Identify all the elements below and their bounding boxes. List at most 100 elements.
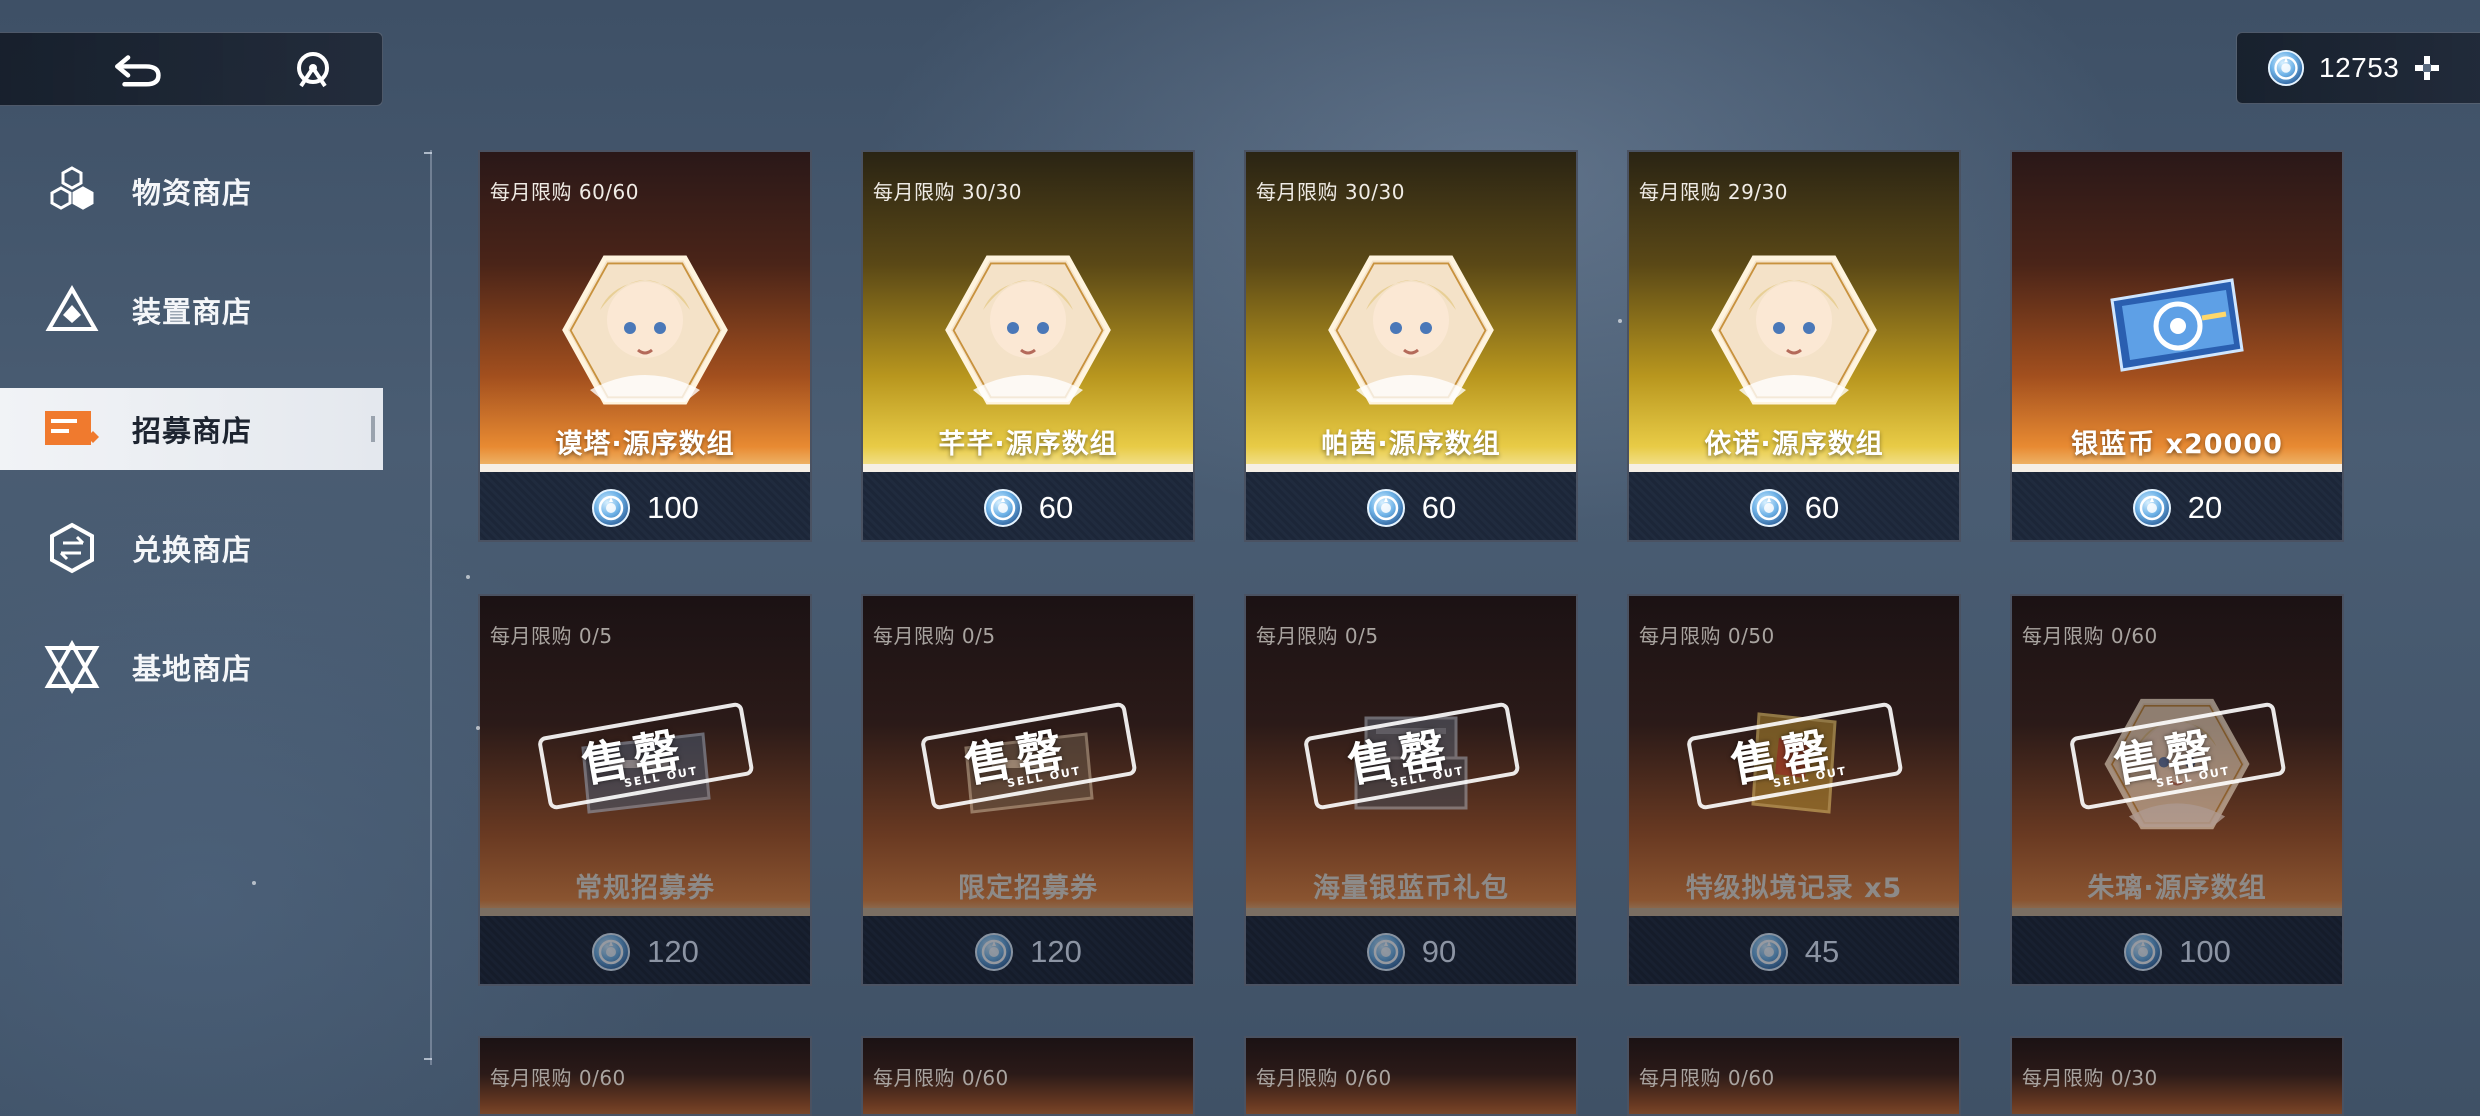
item-price: 60 <box>1038 490 1074 525</box>
card-stripe <box>2012 908 2342 916</box>
shop-item-card[interactable]: 每月限购 29/30 依诺·源序数组 60 <box>1627 150 1961 542</box>
item-price: 45 <box>1804 934 1840 969</box>
purchase-limit: 每月限购 0/60 <box>873 1066 1009 1090</box>
purchase-limit: 每月限购 0/5 <box>1256 624 1379 648</box>
price-bar: 120 <box>480 916 810 984</box>
purchase-limit: 每月限购 60/60 <box>490 180 639 204</box>
shop-item-card-sold-out[interactable]: 每月限购 0/60 售罄 SELL OUT 朱璃·源序数组 100 <box>2010 594 2344 986</box>
shop-item-card[interactable]: 每月限购 0/60 <box>1244 1036 1578 1116</box>
shop-sidebar: 物资商店 装置商店 招募商店 兑换商店 基地商店 <box>0 150 384 745</box>
currency-amount: 12753 <box>2319 52 2400 83</box>
shop-item-card[interactable]: 每月限购 60/60 谟塔·源序数组 100 <box>478 150 812 542</box>
item-price: 120 <box>1030 934 1082 969</box>
sidebar-item-label: 招募商店 <box>132 414 253 448</box>
currency-display: 12753 <box>2236 32 2480 104</box>
item-name: 限定招募券 <box>958 873 1098 904</box>
blue-coin-icon <box>1749 488 1789 528</box>
card-stripe <box>480 908 810 916</box>
blue-coin-ticket-icon <box>2110 278 2244 372</box>
shop-item-card-sold-out[interactable]: 每月限购 0/5 售罄 SELL OUT 限定招募券 120 <box>861 594 1195 986</box>
blue-coin-icon <box>591 932 631 972</box>
card-stripe <box>1629 908 1959 916</box>
shop-item-card[interactable]: 每月限购 30/30 帕茜·源序数组 60 <box>1244 150 1578 542</box>
item-price: 100 <box>2179 934 2231 969</box>
sidebar-item-label: 兑换商店 <box>132 533 253 567</box>
price-bar: 20 <box>2012 472 2342 540</box>
item-name: 帕茜·源序数组 <box>1321 429 1501 460</box>
blue-coin-icon <box>974 932 1014 972</box>
card-stripe <box>863 908 1193 916</box>
plus-icon[interactable] <box>2413 54 2441 82</box>
purchase-limit: 每月限购 0/30 <box>2022 1066 2158 1090</box>
sidebar-item-supplies-shop[interactable]: 物资商店 <box>0 150 384 232</box>
sidebar-item-base-shop[interactable]: 基地商店 <box>0 626 384 708</box>
item-name: 特级拟境记录 x5 <box>1685 873 1903 904</box>
card-stripe <box>1629 464 1959 472</box>
card-stripe <box>2012 464 2342 472</box>
shop-item-card[interactable]: 每月限购 30/30 芊芊·源序数组 60 <box>861 150 1195 542</box>
home-emblem-icon[interactable] <box>288 45 338 95</box>
purchase-limit: 每月限购 0/60 <box>490 1066 626 1090</box>
sidebar-item-label: 基地商店 <box>132 652 253 686</box>
item-name: 海量银蓝币礼包 <box>1313 873 1509 904</box>
price-bar: 45 <box>1629 916 1959 984</box>
purchase-limit: 每月限购 0/60 <box>1256 1066 1392 1090</box>
blue-coin-icon <box>2132 488 2172 528</box>
item-name: 朱璃·源序数组 <box>2087 873 2267 904</box>
item-price: 120 <box>647 934 699 969</box>
item-price: 60 <box>1421 490 1457 525</box>
base-star-icon <box>42 637 102 697</box>
purchase-limit: 每月限购 0/50 <box>1639 624 1775 648</box>
character-portrait-icon <box>943 250 1113 410</box>
price-bar: 100 <box>480 472 810 540</box>
divider-tick <box>424 1058 432 1060</box>
blue-coin-icon <box>1749 932 1789 972</box>
ambient-sparkle <box>466 575 470 579</box>
shop-item-card[interactable]: 银蓝币 x20000 20 <box>2010 150 2344 542</box>
exchange-hexagon-icon <box>42 518 102 578</box>
card-stripe <box>480 464 810 472</box>
back-arrow-icon[interactable] <box>112 45 162 95</box>
price-bar: 60 <box>1629 472 1959 540</box>
ambient-sparkle <box>476 726 480 730</box>
shop-item-card[interactable]: 每月限购 0/60 <box>478 1036 812 1116</box>
item-name: 芊芊·源序数组 <box>938 429 1118 460</box>
purchase-limit: 每月限购 29/30 <box>1639 180 1788 204</box>
item-price: 60 <box>1804 490 1840 525</box>
blue-coin-icon <box>2123 932 2163 972</box>
shop-item-card[interactable]: 每月限购 0/60 <box>1627 1036 1961 1116</box>
item-name: 谟塔·源序数组 <box>555 429 735 460</box>
purchase-limit: 每月限购 0/60 <box>1639 1066 1775 1090</box>
card-stripe <box>1246 908 1576 916</box>
sidebar-item-label: 装置商店 <box>132 295 253 329</box>
item-price: 90 <box>1421 934 1457 969</box>
sidebar-item-recruit-shop[interactable]: 招募商店 <box>0 388 383 470</box>
shop-item-card[interactable]: 每月限购 0/60 <box>861 1036 1195 1116</box>
character-portrait-icon <box>1709 250 1879 410</box>
item-name: 银蓝币 x20000 <box>2071 429 2283 460</box>
purchase-limit: 每月限购 30/30 <box>873 180 1022 204</box>
sidebar-item-exchange-shop[interactable]: 兑换商店 <box>0 507 384 589</box>
shop-item-card-sold-out[interactable]: 每月限购 0/50 售罄 SELL OUT 特级拟境记录 x5 45 <box>1627 594 1961 986</box>
shop-item-card-sold-out[interactable]: 每月限购 0/5 售罄 SELL OUT 常规招募券 120 <box>478 594 812 986</box>
sidebar-item-label: 物资商店 <box>132 176 253 210</box>
item-name: 常规招募券 <box>575 873 715 904</box>
sidebar-item-device-shop[interactable]: 装置商店 <box>0 269 384 351</box>
price-bar: 100 <box>2012 916 2342 984</box>
ambient-sparkle <box>252 881 256 885</box>
blue-coin-icon <box>1366 488 1406 528</box>
shop-item-card[interactable]: 每月限购 0/30 <box>2010 1036 2344 1116</box>
card-stripe <box>863 464 1193 472</box>
shop-item-card-sold-out[interactable]: 每月限购 0/5 售罄 SELL OUT 海量银蓝币礼包 90 <box>1244 594 1578 986</box>
purchase-limit: 每月限购 0/60 <box>2022 624 2158 648</box>
purchase-limit: 每月限购 30/30 <box>1256 180 1405 204</box>
item-price: 100 <box>647 490 699 525</box>
price-bar: 60 <box>1246 472 1576 540</box>
price-bar: 60 <box>863 472 1193 540</box>
blue-coin-icon <box>983 488 1023 528</box>
divider-tick <box>424 152 432 154</box>
top-nav-bar <box>0 32 383 106</box>
sidebar-divider <box>430 150 432 1065</box>
hexagon-cluster-icon <box>42 161 102 221</box>
item-price: 20 <box>2187 490 2223 525</box>
